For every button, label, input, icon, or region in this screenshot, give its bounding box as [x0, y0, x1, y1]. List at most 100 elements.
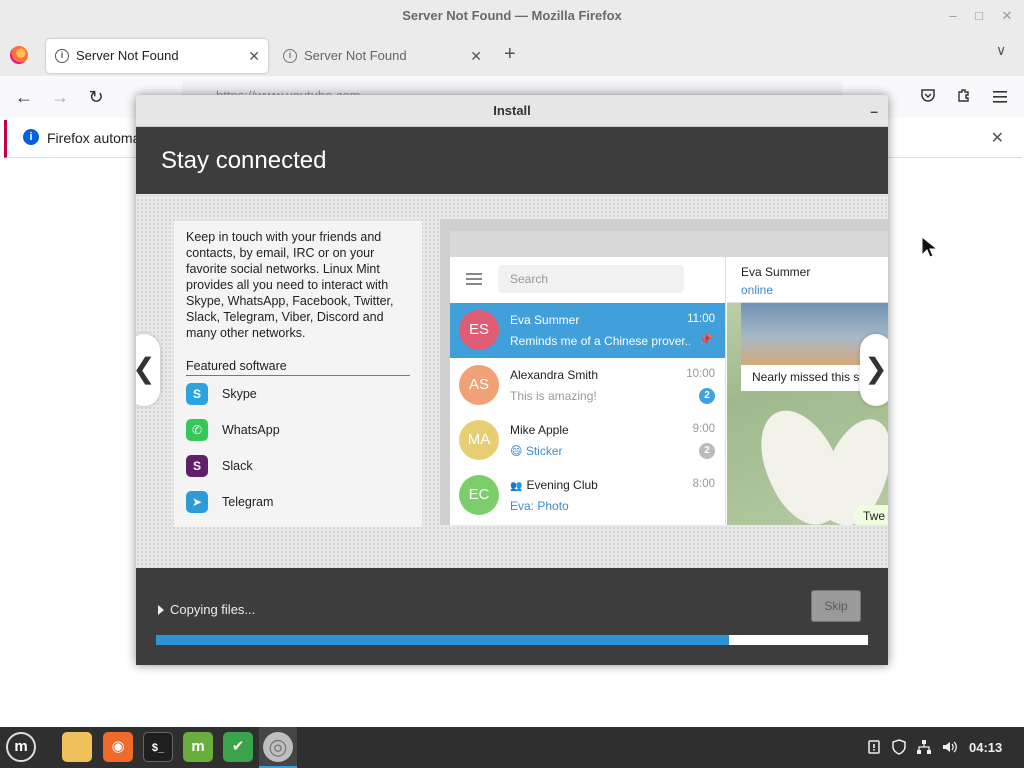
- window-title: Server Not Found — Mozilla Firefox: [402, 8, 622, 23]
- tab-close-icon[interactable]: ✕: [248, 39, 260, 73]
- firefox-icon[interactable]: ◉: [103, 732, 133, 762]
- slide-body: Keep in touch with your friends and cont…: [136, 194, 888, 568]
- chat-last-message: Eva: Photo: [510, 499, 569, 513]
- extensions-icon[interactable]: [951, 84, 977, 110]
- installer-progress-area: Copying files... Skip: [136, 568, 888, 665]
- telegram-screenshot: Search ES Eva Summer 11:00 Reminds me of a …: [440, 219, 888, 525]
- tab-server-not-found-active[interactable]: i Server Not Found ✕: [46, 39, 268, 73]
- info-icon: i: [55, 49, 69, 63]
- slack-icon: S: [186, 455, 208, 477]
- list-all-tabs-button[interactable]: ∨: [996, 42, 1006, 59]
- back-button[interactable]: ←: [11, 84, 37, 110]
- slide-description: Keep in touch with your friends and cont…: [186, 230, 394, 340]
- slide-title: Stay connected: [136, 127, 888, 194]
- chat-list-item: ES Eva Summer 11:00 Reminds me of a Chinese…: [450, 303, 725, 358]
- avatar: EC: [459, 475, 499, 515]
- unread-badge: 2: [699, 388, 715, 404]
- dialog-title: Install: [493, 103, 531, 118]
- telegram-search-input: Search: [498, 265, 684, 293]
- hamburger-icon: [466, 273, 482, 288]
- whatsapp-icon: ✆: [186, 419, 208, 441]
- notification-close-icon[interactable]: ✕: [991, 128, 1004, 148]
- mint-menu-icon[interactable]: m: [6, 732, 36, 762]
- chat-name: 👥 Evening Club: [510, 478, 598, 492]
- chat-time: 8:00: [692, 478, 715, 490]
- previous-slide-button[interactable]: ❮: [136, 334, 160, 406]
- chat-last-message: Reminds me of a Chinese prover...: [510, 334, 690, 348]
- telegram-titlebar: [450, 231, 888, 257]
- mintinstall-icon[interactable]: m: [183, 732, 213, 762]
- slide-text-panel: Keep in touch with your friends and cont…: [174, 221, 422, 527]
- tab-server-not-found[interactable]: i Server Not Found ✕: [274, 39, 490, 73]
- dialog-titlebar: Install –: [136, 95, 888, 127]
- volume-icon[interactable]: [941, 727, 959, 768]
- chat-name-text: Mike Apple: [510, 423, 569, 437]
- telegram-chat-header: Eva Summer online: [727, 257, 888, 303]
- new-tab-button[interactable]: +: [504, 40, 516, 68]
- chat-name-text: Evening Club: [526, 478, 598, 492]
- chat-time: 9:00: [692, 423, 715, 435]
- chat-name-text: Alexandra Smith: [510, 368, 599, 382]
- telegram-search-row: Search: [450, 257, 725, 303]
- chat-name: Alexandra Smith: [510, 368, 598, 382]
- window-titlebar: Server Not Found — Mozilla Firefox: [0, 0, 1024, 34]
- progress-status[interactable]: Copying files...: [158, 602, 255, 617]
- tab-label: Server Not Found: [76, 48, 179, 63]
- update-shield-icon[interactable]: [891, 727, 907, 768]
- featured-item-label: WhatsApp: [222, 423, 280, 437]
- avatar: ES: [459, 310, 499, 350]
- featured-software-heading: Featured software: [186, 359, 410, 376]
- progress-bar-fill: [156, 635, 730, 645]
- firefox-logo-icon: [10, 46, 28, 64]
- installer-disc-icon[interactable]: ◎: [263, 732, 293, 762]
- notification-tray-icon[interactable]: [866, 727, 882, 768]
- featured-item-whatsapp: ✆ WhatsApp: [186, 412, 410, 448]
- chat-list-item: EC 👥 Evening Club 8:00 Eva: Photo: [450, 468, 725, 523]
- installer-dialog: Install – Stay connected Keep in touch w…: [136, 95, 888, 665]
- chat-name-text: Eva Summer: [510, 313, 580, 327]
- chat-time: 10:00: [686, 368, 715, 380]
- tab-close-icon[interactable]: ✕: [470, 39, 482, 73]
- featured-item-telegram: ➤ Telegram: [186, 484, 410, 520]
- maximize-button[interactable]: □: [966, 0, 992, 34]
- chat-time: 11:00: [687, 313, 715, 325]
- expander-icon: [158, 605, 164, 615]
- menu-icon[interactable]: [987, 84, 1013, 110]
- skip-button[interactable]: Skip: [811, 590, 861, 622]
- telegram-chat-list: Search ES Eva Summer 11:00 Reminds me of a …: [450, 257, 726, 525]
- chat-contact-status: online: [741, 283, 774, 297]
- chat-last-message: This is amazing!: [510, 389, 597, 403]
- reload-button[interactable]: ↻: [83, 84, 109, 110]
- featured-item-label: Slack: [222, 459, 253, 473]
- featured-item-slack: S Slack: [186, 448, 410, 484]
- chat-contact-name: Eva Summer: [741, 265, 811, 279]
- terminal-icon[interactable]: $_: [143, 732, 173, 762]
- status-text: Copying files...: [170, 602, 256, 617]
- chat-name: Eva Summer: [510, 313, 579, 327]
- mouse-cursor-icon: [921, 236, 939, 258]
- progress-bar: [156, 635, 868, 645]
- next-slide-button[interactable]: ❯: [860, 334, 888, 406]
- clock[interactable]: 04:13: [969, 727, 1002, 768]
- shield-icon[interactable]: ✔: [223, 732, 253, 762]
- chat-bubble: Twe: [855, 505, 888, 525]
- network-icon[interactable]: [916, 727, 932, 768]
- avatar: MA: [459, 420, 499, 460]
- pocket-icon[interactable]: [915, 84, 941, 110]
- info-icon: i: [283, 49, 297, 63]
- close-button[interactable]: ✕: [994, 0, 1020, 34]
- pin-icon: 📌: [699, 334, 713, 346]
- files-icon[interactable]: [62, 732, 92, 762]
- featured-item-label: Telegram: [222, 495, 274, 509]
- featured-software-list: S Skype ✆ WhatsApp S Slack ➤ Telegram: [186, 376, 410, 520]
- group-icon: 👥: [510, 481, 523, 492]
- info-icon: i: [23, 129, 39, 145]
- forward-button[interactable]: →: [47, 84, 73, 110]
- featured-item-label: Skype: [222, 387, 257, 401]
- chat-list-item: AS Alexandra Smith 10:00 This is amazing! 2: [450, 358, 725, 413]
- minimize-button[interactable]: –: [940, 0, 966, 34]
- dialog-minimize-button[interactable]: –: [870, 95, 878, 127]
- tab-label: Server Not Found: [304, 48, 407, 63]
- notification-text: Firefox automa: [47, 130, 141, 146]
- avatar: AS: [459, 365, 499, 405]
